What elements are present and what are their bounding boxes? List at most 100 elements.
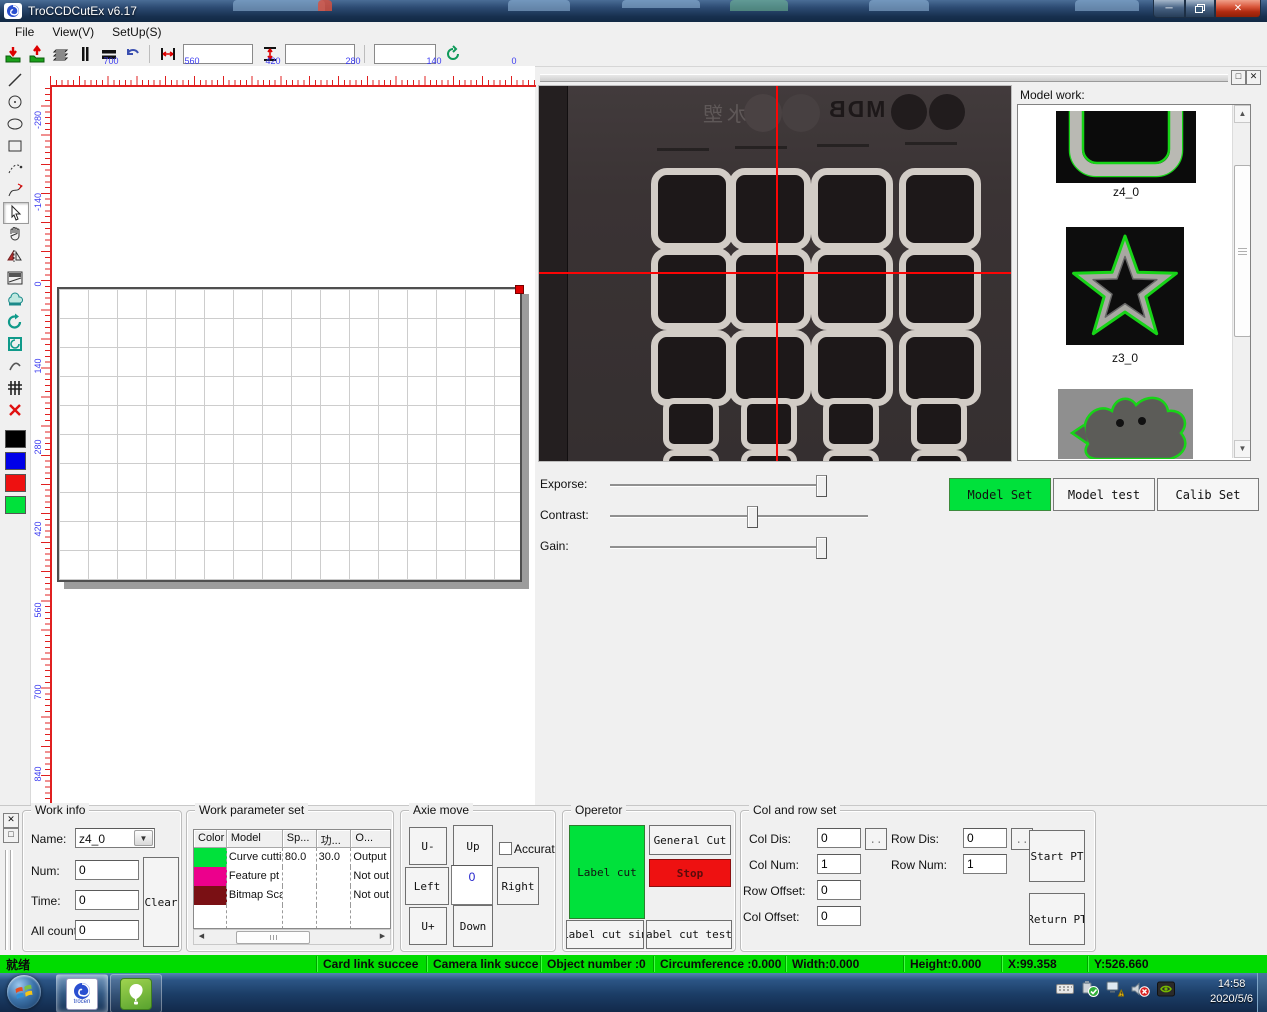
maximize-button[interactable] (1185, 0, 1215, 18)
dock-restore-icon[interactable]: □ (3, 828, 19, 843)
color-swatch-red[interactable] (5, 474, 26, 492)
row-dis-input[interactable] (963, 828, 1007, 848)
line-tool-icon[interactable] (3, 70, 27, 90)
down-button[interactable]: Down (453, 905, 493, 947)
width-measure-icon[interactable] (157, 44, 179, 64)
rotate-selection-tool-icon[interactable] (3, 334, 27, 354)
camera-view[interactable]: 水塑 MDB (538, 85, 1012, 462)
select-tool-icon[interactable] (3, 202, 29, 224)
color-swatch-black[interactable] (5, 430, 26, 448)
clear-button[interactable]: Clear (143, 857, 179, 947)
column-header-model[interactable]: Model (227, 830, 283, 848)
rotate-icon[interactable] (442, 44, 464, 64)
exposure-track[interactable] (610, 484, 825, 487)
stop-button[interactable]: Stop (649, 859, 731, 887)
curve-tool-icon[interactable] (3, 180, 27, 200)
network-warning-icon[interactable] (1106, 981, 1124, 997)
col-num-input[interactable] (817, 854, 861, 874)
table-row[interactable]: Bitmap Scar Not out (194, 886, 390, 905)
column-header-speed[interactable]: Sp... (283, 830, 317, 848)
accurate-checkbox[interactable] (499, 842, 512, 855)
gain-track[interactable] (610, 546, 825, 549)
color-swatch-blue[interactable] (5, 452, 26, 470)
usb-device-icon[interactable] (1081, 981, 1099, 997)
all-count-input[interactable] (75, 920, 139, 940)
scroll-down-icon[interactable]: ▼ (1234, 440, 1251, 458)
color-swatch-green[interactable] (5, 496, 26, 514)
label-cut-test-button[interactable]: abel cut test (646, 920, 732, 949)
up-button[interactable]: Up (453, 825, 493, 867)
scroll-right-icon[interactable]: ▶ (376, 931, 389, 942)
scroll-up-icon[interactable]: ▲ (1234, 105, 1251, 123)
taskbar-draw-app[interactable] (110, 974, 162, 1012)
general-cut-button[interactable]: General Cut (649, 825, 731, 855)
weld-tool-icon[interactable] (3, 290, 27, 310)
model-thumbnail-z3_0[interactable] (1066, 227, 1184, 345)
table-row[interactable]: Curve cutti 80.0 30.0 Output (194, 848, 390, 867)
taskbar-clock[interactable]: 14:58 2020/5/6 (1210, 977, 1253, 1007)
model-thumbnail-z4_0[interactable] (1056, 111, 1196, 183)
model-thumbnail-figure[interactable] (1058, 389, 1193, 459)
column-header-color[interactable]: Color (194, 830, 227, 848)
scrollbar-thumb[interactable] (1234, 165, 1251, 337)
mirror-horizontal-icon[interactable] (3, 246, 27, 266)
volume-muted-icon[interactable] (1131, 981, 1150, 997)
keyboard-icon[interactable] (1056, 982, 1074, 996)
menu-file[interactable]: File (6, 23, 43, 41)
scrollbar-thumb[interactable] (236, 931, 310, 944)
work-parameter-table[interactable]: Color Model Sp... 功... O... Curve cutti … (193, 829, 391, 929)
col-offset-input[interactable] (817, 906, 861, 926)
table-hscrollbar[interactable]: ◀ ▶ (193, 929, 391, 945)
dock-close-icon[interactable]: ✕ (3, 813, 19, 828)
menu-view[interactable]: View(V) (43, 23, 103, 41)
label-cut-button[interactable]: Label cut (569, 825, 645, 919)
time-input[interactable] (75, 890, 139, 910)
right-button[interactable]: Right (497, 867, 539, 905)
model-list-scrollbar[interactable]: ▲ ▼ (1232, 105, 1250, 458)
undo-icon[interactable] (122, 44, 144, 64)
layers-icon[interactable] (50, 44, 72, 64)
align-vertical-icon[interactable] (74, 44, 96, 64)
panel-restore-icon[interactable]: □ (1231, 70, 1246, 85)
name-combobox[interactable]: z4_0 ▼ (75, 828, 155, 848)
table-row[interactable]: Feature pt Not out (194, 867, 390, 886)
exposure-thumb[interactable] (816, 475, 827, 497)
close-button[interactable]: ✕ (1215, 0, 1261, 18)
return-pt-button[interactable]: Return PT (1029, 893, 1085, 945)
col-dis-browse-button[interactable]: .. (865, 828, 887, 850)
u-minus-button[interactable]: U- (409, 827, 447, 865)
model-list[interactable]: z4_0 z3_0 ▲ ▼ (1017, 104, 1251, 461)
label-cut-sim-button[interactable]: Label cut sim (566, 920, 644, 949)
show-desktop-button[interactable] (1257, 973, 1267, 1012)
title-bar[interactable]: TroCCDCutEx v6.17 ─ ✕ (0, 0, 1267, 22)
row-num-input[interactable] (963, 854, 1007, 874)
minimize-button[interactable]: ─ (1153, 0, 1185, 18)
delete-tool-icon[interactable] (3, 400, 27, 420)
menu-setup[interactable]: SetUp(S) (103, 23, 170, 41)
work-area-origin-handle[interactable] (515, 285, 524, 294)
rotate-tool-icon[interactable] (3, 312, 27, 332)
work-area-grid[interactable] (57, 287, 522, 582)
column-header-output[interactable]: O... (351, 830, 390, 848)
row-offset-input[interactable] (817, 880, 861, 900)
open-file-icon[interactable] (2, 44, 24, 64)
calib-set-button[interactable]: Calib Set (1157, 478, 1259, 511)
u-plus-button[interactable]: U+ (409, 907, 447, 945)
pan-tool-icon[interactable] (3, 224, 27, 244)
arc-tool-icon[interactable] (3, 158, 27, 178)
nvidia-icon[interactable] (1157, 981, 1175, 997)
array-grid-tool-icon[interactable] (3, 378, 27, 398)
mirror-vertical-icon[interactable] (3, 268, 27, 288)
rectangle-tool-icon[interactable] (3, 136, 27, 156)
panel-splitter[interactable] (540, 74, 1228, 82)
step-value-input[interactable]: 0 (451, 865, 493, 905)
arc-segment-tool-icon[interactable] (3, 356, 27, 376)
column-header-power[interactable]: 功... (317, 830, 352, 848)
model-test-button[interactable]: Model test (1053, 478, 1155, 511)
left-button[interactable]: Left (405, 867, 449, 905)
contrast-thumb[interactable] (747, 506, 758, 528)
save-file-icon[interactable] (26, 44, 48, 64)
num-input[interactable] (75, 860, 139, 880)
chevron-down-icon[interactable]: ▼ (134, 830, 153, 846)
ellipse-tool-icon[interactable] (3, 114, 27, 134)
